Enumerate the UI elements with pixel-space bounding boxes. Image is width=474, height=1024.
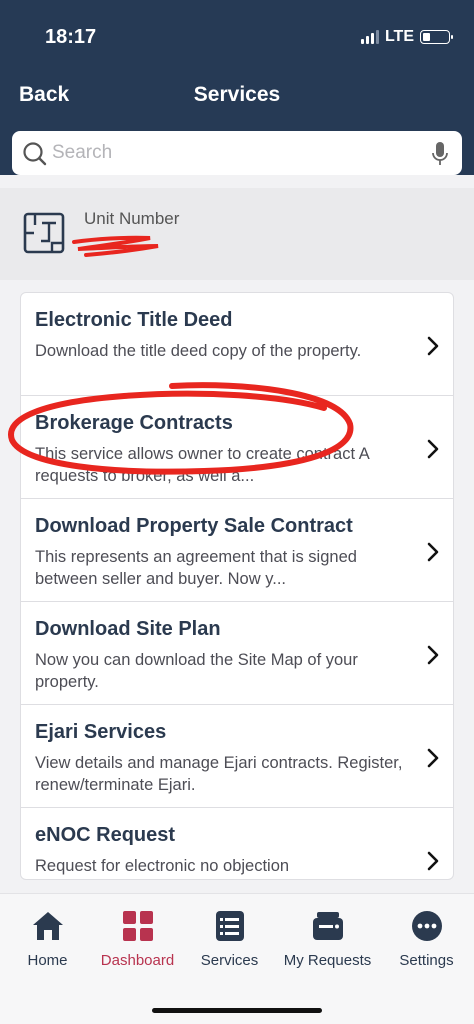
back-button[interactable]: Back (19, 83, 69, 107)
service-title: Download Site Plan (35, 618, 221, 640)
tab-dashboard[interactable]: Dashboard (90, 908, 185, 969)
tab-label: Services (200, 952, 259, 969)
service-item-download-site-plan[interactable]: Download Site Plan Now you can download … (21, 602, 453, 705)
tab-label: Settings (399, 952, 454, 969)
chevron-right-icon (427, 851, 439, 871)
chevron-right-icon (427, 645, 439, 665)
tab-services[interactable]: Services (182, 908, 277, 969)
chevron-right-icon (427, 748, 439, 768)
service-item-enoc-request[interactable]: eNOC Request Request for electronic no o… (21, 808, 453, 879)
page-title: Services (193, 83, 281, 106)
service-description: This represents an agreement that is sig… (35, 548, 357, 588)
tab-label: Home (27, 952, 68, 969)
services-list: Electronic Title Deed Download the title… (20, 292, 454, 880)
services-list-icon (215, 911, 244, 941)
home-indicator (152, 1008, 322, 1013)
wallet-icon (312, 912, 343, 940)
chevron-right-icon (427, 542, 439, 562)
tab-settings[interactable]: Settings (379, 908, 474, 969)
service-title: Brokerage Contracts (35, 412, 233, 434)
more-icon (411, 911, 442, 941)
floor-plan-icon (23, 212, 65, 254)
service-item-ejari-services[interactable]: Ejari Services View details and manage E… (21, 705, 453, 808)
search-bar[interactable] (12, 131, 462, 175)
service-title: Download Property Sale Contract (35, 515, 353, 537)
unit-number-label: Unit Number (84, 209, 180, 228)
service-description: Download the title deed copy of the prop… (35, 342, 362, 360)
status-time: 18:17 (45, 26, 97, 48)
network-label: LTE (384, 28, 414, 45)
service-description: Now you can download the Site Map of you… (35, 651, 358, 691)
service-description: Request for electronic no objection (35, 857, 290, 875)
service-item-electronic-title-deed[interactable]: Electronic Title Deed Download the title… (21, 293, 453, 396)
battery-icon (420, 30, 453, 44)
home-icon (32, 912, 63, 940)
status-icons: LTE (360, 28, 453, 46)
service-description: This service allows owner to create cont… (35, 445, 369, 485)
service-title: Electronic Title Deed (35, 309, 233, 331)
tab-bar: Home Dashboard Services My Requests Sett… (0, 893, 474, 1024)
tab-label: My Requests (283, 952, 372, 969)
chevron-right-icon (427, 336, 439, 356)
service-title: eNOC Request (35, 824, 176, 846)
service-item-download-property-sale-contract[interactable]: Download Property Sale Contract This rep… (21, 499, 453, 602)
dashboard-icon (122, 911, 153, 941)
service-title: Ejari Services (35, 721, 167, 743)
service-description: View details and manage Ejari contracts.… (35, 754, 403, 794)
search-icon (23, 142, 47, 166)
tab-label: Dashboard (100, 952, 175, 969)
search-input[interactable] (52, 142, 412, 164)
tab-home[interactable]: Home (0, 908, 95, 969)
microphone-icon[interactable] (430, 141, 450, 167)
header: 18:17 LTE Back Services (0, 0, 474, 175)
tab-my-requests[interactable]: My Requests (280, 908, 375, 969)
redaction-scribble (72, 235, 159, 257)
chevron-right-icon (427, 439, 439, 459)
signal-icon (360, 30, 379, 44)
service-item-brokerage-contracts[interactable]: Brokerage Contracts This service allows … (21, 396, 453, 499)
